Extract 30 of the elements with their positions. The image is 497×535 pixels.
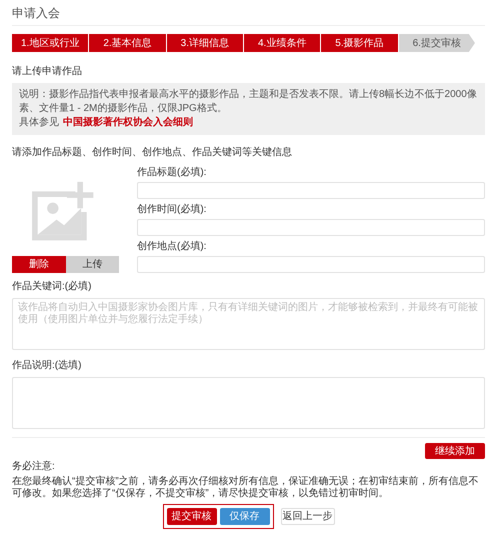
warning-text: 在您最终确认“提交审核”之前，请务必再次仔细核对所有信息，保证准确无误；在初审结束前，所有信息不可修改。如果您选择了“仅保存，不提交审核”，请尽快提交审核，以免错过初审时间。 bbox=[12, 476, 480, 500]
step-tab[interactable]: 5.摄影作品 bbox=[321, 34, 399, 52]
notice-text: 具体参见 bbox=[19, 116, 59, 130]
field-label: 作品标题(必填): bbox=[137, 166, 208, 180]
text-area[interactable] bbox=[12, 377, 485, 429]
action-button[interactable]: 返回上一步 bbox=[280, 508, 334, 525]
field-label: 创作时间(必填): bbox=[137, 202, 208, 217]
section-heading: 请上传申请作品 bbox=[12, 64, 83, 79]
image-upload-button[interactable]: 上传 bbox=[66, 256, 119, 273]
input-field[interactable] bbox=[137, 219, 485, 236]
field-label: 创作地点(必填): bbox=[137, 240, 208, 254]
warning-title: 务必注意: bbox=[12, 460, 56, 474]
input-field[interactable] bbox=[137, 182, 485, 199]
action-button[interactable]: 提交审核 bbox=[166, 508, 216, 525]
notice-text: 说明：摄影作品指代表申报者最高水平的摄影作品，主题和是否发表不限。请上传8幅长边不低于2000像素、文件量1 - 2M的摄影作品，仅限JPG格式。 bbox=[19, 88, 478, 116]
section-heading: 请添加作品标题、创作时间、创作地点、作品关键词等关键信息 bbox=[12, 146, 293, 160]
field-label: 作品关键词:(必填) bbox=[12, 280, 92, 294]
step-tab[interactable]: 6.提交审核 bbox=[398, 34, 475, 52]
add-more-button[interactable]: 继续添加 bbox=[425, 443, 485, 459]
input-field[interactable] bbox=[137, 256, 485, 273]
image-delete-button[interactable]: 删除 bbox=[12, 256, 66, 273]
rules-link[interactable]: 中国摄影著作权协会入会细则 bbox=[63, 116, 193, 130]
step-tab[interactable]: 1.地区或行业 bbox=[12, 34, 90, 52]
step-tab[interactable]: 2.基本信息 bbox=[89, 34, 167, 52]
text-area[interactable]: 该作品将自动归入中国摄影家协会图片库，只有有详细关键词的图片，才能够被检索到，并最终有可能被使用（使用图片单位并与您履行法定手续） bbox=[12, 298, 485, 350]
action-button[interactable]: 仅保存 bbox=[220, 508, 270, 525]
field-label: 作品说明:(选填) bbox=[12, 358, 82, 373]
page-title: 申请入会 bbox=[12, 4, 485, 26]
step-tab[interactable]: 4.业绩条件 bbox=[244, 34, 322, 52]
step-tab[interactable]: 3.详细信息 bbox=[166, 34, 244, 52]
